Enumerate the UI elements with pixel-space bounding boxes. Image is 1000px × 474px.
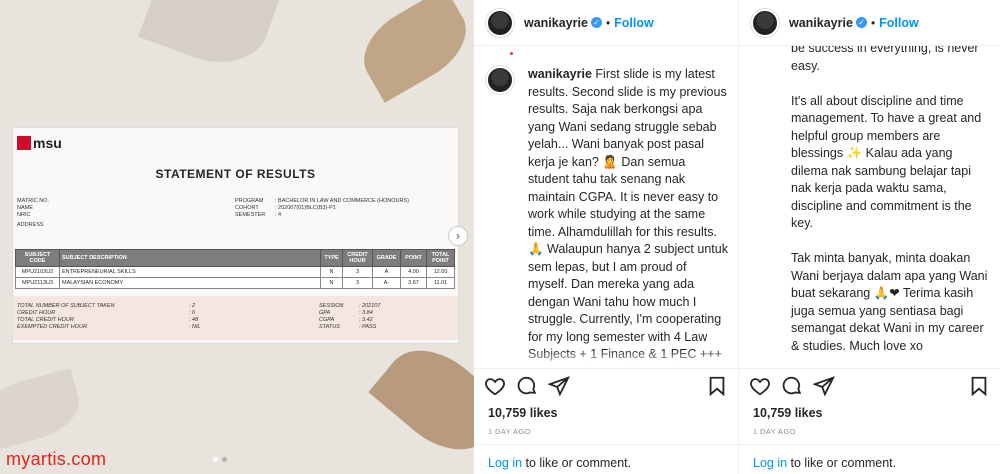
statement-of-results-document: msu STATEMENT OF RESULTS MATRIC NO. NAME…: [12, 127, 459, 344]
decorative-leaf: [138, 0, 282, 78]
action-bar: [739, 368, 1000, 402]
caption-fade: [474, 350, 738, 368]
carousel-dot: [213, 457, 218, 462]
username-link[interactable]: wanikayrie: [524, 16, 588, 30]
post-timestamp[interactable]: 1 DAY AGO: [488, 427, 531, 436]
caption-area[interactable]: wanikayrie First slide is my latest resu…: [474, 46, 738, 368]
share-icon[interactable]: [813, 375, 835, 397]
heart-icon[interactable]: [749, 375, 771, 397]
caption-fade: [739, 350, 1000, 368]
action-bar: [474, 368, 738, 402]
heart-icon[interactable]: [484, 375, 506, 397]
summary-left-labels: TOTAL NUMBER OF SUBJECT TAKEN CREDIT HOU…: [17, 303, 115, 330]
caption-text: wanikayrie First slide is my latest resu…: [528, 66, 728, 368]
post-header: wanikayrie ✓ • Follow: [739, 0, 1000, 46]
avatar[interactable]: [751, 8, 779, 37]
post-timestamp[interactable]: 1 DAY AGO: [753, 427, 796, 436]
follow-button[interactable]: Follow: [614, 16, 654, 30]
verified-icon: ✓: [590, 17, 602, 28]
caption-body: First slide is my latest results. Second…: [528, 67, 728, 368]
comment-icon[interactable]: [781, 375, 803, 397]
bookmark-icon[interactable]: [968, 375, 990, 397]
comment-icon[interactable]: [516, 375, 538, 397]
carousel-dots: [213, 457, 227, 462]
decorative-leaf: [0, 368, 87, 452]
carousel-dot: [222, 457, 227, 462]
caption-area[interactable]: be success in everything, is never easy.…: [739, 46, 1000, 368]
student-info-labels: MATRIC NO. NAME NRIC ADDRESS: [17, 198, 49, 228]
results-table: SUBJECT CODE SUBJECT DESCRIPTION TYPE CR…: [15, 249, 455, 289]
share-icon[interactable]: [548, 375, 570, 397]
login-prompt: Log in to like or comment.: [474, 444, 738, 474]
verified-icon: ✓: [855, 17, 867, 28]
post-panel: wanikayrie ✓ • Follow wanikayrie First s…: [474, 0, 738, 474]
bookmark-icon[interactable]: [706, 375, 728, 397]
summary-right-values: : 202107 : 3.84 : 3.42 : PASS: [359, 303, 381, 330]
table-row: MPU2103U2 ENTREPRENEURIAL SKILLS N3 A 4.00…: [15, 266, 455, 278]
table-row: MPU2113U3 MALAYSIAN ECONOMY N3 A- 3.67 11.…: [15, 277, 455, 289]
document-title: STATEMENT OF RESULTS: [155, 167, 316, 181]
program-values: : BACHELOR IN LAW AND COMMERCE (HONOURS)…: [275, 198, 409, 218]
caption-username[interactable]: wanikayrie: [528, 67, 592, 81]
avatar[interactable]: [486, 8, 514, 37]
msu-logo: msu: [17, 135, 62, 151]
notification-dot: [510, 52, 513, 55]
likes-count[interactable]: 10,759 likes: [488, 406, 558, 420]
username-link[interactable]: wanikayrie: [789, 16, 853, 30]
watermark: myartis.com: [6, 449, 107, 469]
follow-button[interactable]: Follow: [879, 16, 919, 30]
decorative-leaf: [349, 0, 474, 103]
separator-dot: •: [605, 15, 611, 30]
post-header: wanikayrie ✓ • Follow: [474, 0, 738, 46]
summary-left-values: : 2 : 6 : 48 : NIL: [189, 303, 201, 330]
caption-body: be success in everything, is never easy.…: [791, 46, 988, 353]
avatar[interactable]: [486, 66, 514, 94]
separator-dot: •: [870, 15, 876, 30]
login-link[interactable]: Log in: [753, 456, 787, 470]
login-link[interactable]: Log in: [488, 456, 522, 470]
post-image[interactable]: msu STATEMENT OF RESULTS MATRIC NO. NAME…: [0, 0, 474, 474]
program-labels: PROGRAM COHORT SEMESTER: [235, 198, 266, 218]
chevron-right-icon[interactable]: ›: [448, 226, 468, 246]
likes-count[interactable]: 10,759 likes: [753, 406, 823, 420]
post-panel: wanikayrie ✓ • Follow be success in ever…: [738, 0, 1000, 474]
decorative-leaf: [368, 330, 474, 470]
summary-right-labels: SESSION GPA CGPA STATUS: [319, 303, 344, 330]
login-prompt: Log in to like or comment.: [739, 444, 1000, 474]
